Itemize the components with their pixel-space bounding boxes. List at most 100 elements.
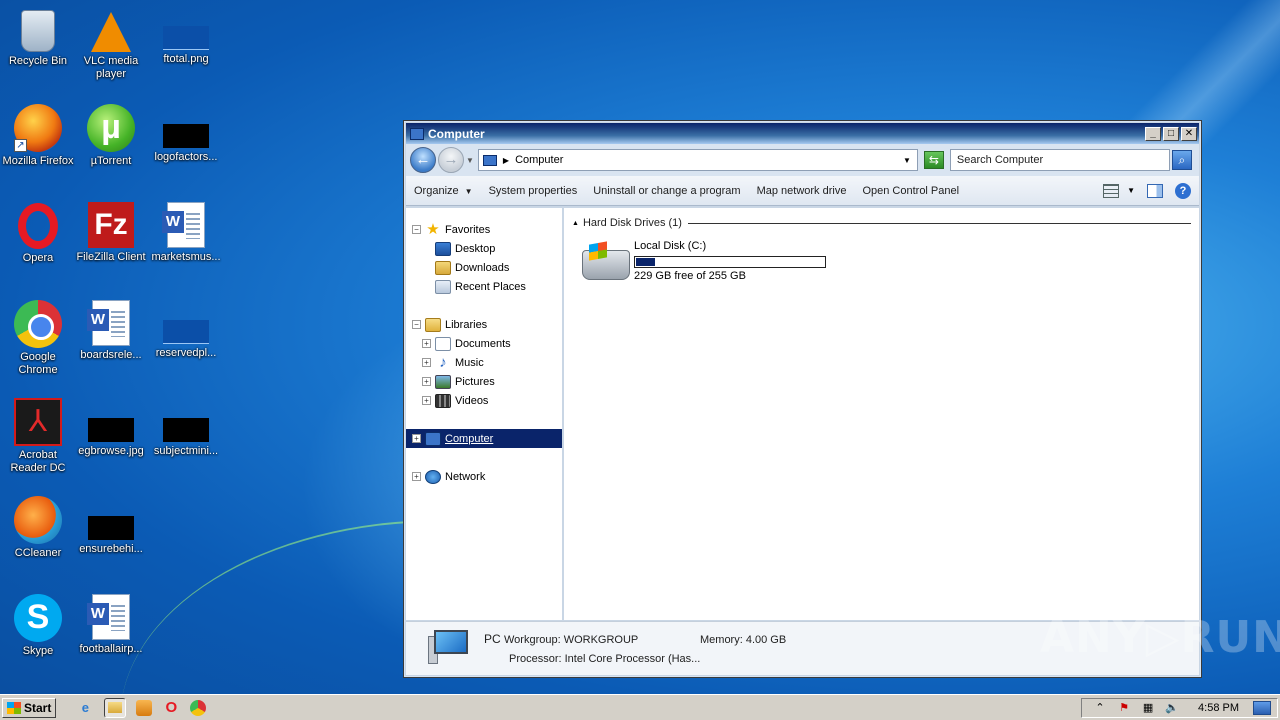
desktop-icon-acrobat[interactable]: ⅄ Acrobat Reader DC xyxy=(0,398,76,475)
wallpaper-swoosh xyxy=(120,520,440,720)
desktop-icon-label: ensurebehi... xyxy=(79,543,143,555)
window-titlebar[interactable]: Computer _ □ ✕ xyxy=(406,123,1199,144)
desktop-icon-ensurebehi[interactable]: ensurebehi... xyxy=(73,496,149,556)
help-icon[interactable]: ? xyxy=(1175,182,1191,199)
internet-explorer-icon[interactable]: e xyxy=(74,698,96,718)
desktop-icon-firefox[interactable]: ↗ Mozilla Firefox xyxy=(0,104,76,168)
nav-item-recent-places[interactable]: Recent Places xyxy=(406,277,562,296)
breadcrumb-computer[interactable]: Computer xyxy=(515,154,903,166)
desktop-icon-label: subjectmini... xyxy=(153,445,219,457)
forward-button[interactable]: → xyxy=(438,147,464,173)
desktop-icon-label: Acrobat Reader DC xyxy=(10,449,66,474)
chrome-taskbar-icon[interactable] xyxy=(190,699,207,716)
clock[interactable]: 4:58 PM xyxy=(1198,702,1239,714)
nav-item-libraries[interactable]: − Libraries xyxy=(406,315,562,334)
breadcrumb-arrow-icon[interactable]: ▶ xyxy=(503,156,509,165)
start-button[interactable]: Start xyxy=(2,697,57,718)
minimize-button[interactable]: _ xyxy=(1145,126,1161,141)
desktop-icon-boardsrele[interactable]: W boardsrele... xyxy=(73,300,149,362)
map-network-drive-button[interactable]: Map network drive xyxy=(757,185,847,197)
nav-item-favorites[interactable]: − ★ Favorites xyxy=(406,220,562,239)
nav-label: Desktop xyxy=(455,242,496,255)
nav-label: Downloads xyxy=(455,261,510,274)
collapse-icon[interactable]: − xyxy=(412,225,421,234)
expand-icon[interactable]: + xyxy=(422,396,431,405)
media-player-icon[interactable] xyxy=(136,699,153,716)
desktop-icon-footballairp[interactable]: W footballairp... xyxy=(73,594,149,656)
nav-item-music[interactable]: + ♪ Music xyxy=(406,353,562,372)
group-header-hard-disk-drives[interactable]: ▲ Hard Disk Drives (1) xyxy=(572,217,1191,229)
drive-usage-bar xyxy=(634,256,826,268)
computer-icon xyxy=(482,154,497,166)
desktop-icon-egbrowse[interactable]: egbrowse.jpg xyxy=(73,398,149,458)
desktop-icon-label: Skype xyxy=(22,645,54,657)
nav-item-downloads[interactable]: Downloads xyxy=(406,258,562,277)
recent-pages-dropdown[interactable]: ▼ xyxy=(466,156,474,165)
maximize-button[interactable]: □ xyxy=(1163,126,1179,141)
recent-places-icon xyxy=(435,279,451,294)
refresh-button[interactable]: ⇆ xyxy=(923,151,944,169)
organize-button[interactable]: Organize ▼ xyxy=(414,185,473,197)
volume-icon[interactable]: 🔈 xyxy=(1165,701,1179,715)
desktop-icon-label: VLC media player xyxy=(83,55,139,80)
desktop-icon-label: Opera xyxy=(22,252,54,264)
show-desktop-button[interactable] xyxy=(1253,700,1271,715)
desktop-icon-utorrent[interactable]: µ µTorrent xyxy=(73,104,149,168)
collapse-triangle-icon[interactable]: ▲ xyxy=(572,220,579,227)
opera-icon xyxy=(18,203,58,249)
expand-icon[interactable]: + xyxy=(412,434,421,443)
close-button[interactable]: ✕ xyxy=(1181,126,1197,141)
nav-label: Videos xyxy=(455,394,489,407)
nav-item-desktop[interactable]: Desktop xyxy=(406,239,562,258)
documents-icon xyxy=(435,336,451,351)
desktop-icon-label: footballairp... xyxy=(79,643,143,655)
change-view-icon[interactable] xyxy=(1103,183,1120,198)
nav-item-computer[interactable]: + Computer xyxy=(406,429,562,448)
command-bar: Organize ▼ System properties Uninstall or… xyxy=(406,176,1199,206)
desktop-icon-ccleaner[interactable]: CCleaner xyxy=(0,496,76,560)
address-dropdown-icon[interactable]: ▼ xyxy=(903,156,911,165)
desktop-icon-opera[interactable]: Opera xyxy=(0,202,76,265)
windows-explorer-taskbar-button[interactable] xyxy=(104,697,127,718)
search-icon[interactable]: ⌕ xyxy=(1171,150,1192,170)
image-file-icon xyxy=(88,418,134,442)
preview-pane-icon[interactable] xyxy=(1147,183,1163,198)
nav-item-videos[interactable]: + Videos xyxy=(406,391,562,410)
taskbar: Start e O ⌃ ⚑ ▦ 🔈 4:58 PM xyxy=(0,694,1280,720)
start-label: Start xyxy=(24,700,52,715)
workgroup-info: Workgroup: WORKGROUP xyxy=(504,634,639,646)
drive-info: Local Disk (C:) 229 GB free of 255 GB xyxy=(634,240,826,282)
nav-item-documents[interactable]: + Documents xyxy=(406,334,562,353)
search-input[interactable]: Search Computer xyxy=(949,149,1170,171)
address-field[interactable]: ▶ Computer ▼ xyxy=(477,149,918,171)
expand-icon[interactable]: + xyxy=(422,339,431,348)
desktop-icon-chrome[interactable]: Google Chrome xyxy=(0,300,76,377)
back-button[interactable]: ← xyxy=(410,147,436,173)
expand-icon[interactable]: + xyxy=(422,358,431,367)
desktop-icon-ftotal[interactable]: ftotal.png xyxy=(148,6,224,66)
desktop-icon-subjectmini[interactable]: subjectmini... xyxy=(148,398,224,458)
memory-info: Memory: 4.00 GB xyxy=(700,634,787,646)
uninstall-program-button[interactable]: Uninstall or change a program xyxy=(593,185,740,197)
expand-icon[interactable]: + xyxy=(412,472,421,481)
desktop-icon-filezilla[interactable]: Fz FileZilla Client xyxy=(73,202,149,264)
desktop-icon-reservedpl[interactable]: reservedpl... xyxy=(148,300,224,360)
desktop-icon-vlc[interactable]: VLC media player xyxy=(73,6,149,81)
drive-local-disk-c[interactable]: Local Disk (C:) 229 GB free of 255 GB xyxy=(582,240,826,282)
nav-item-pictures[interactable]: + Pictures xyxy=(406,372,562,391)
show-hidden-icons-icon[interactable]: ⌃ xyxy=(1093,701,1107,715)
view-options-chevron-icon[interactable]: ▼ xyxy=(1127,186,1135,195)
opera-taskbar-icon[interactable]: O xyxy=(160,698,182,718)
drive-usage-fill xyxy=(636,258,656,266)
desktop-icon-logofactors[interactable]: logofactors... xyxy=(148,104,224,164)
collapse-icon[interactable]: − xyxy=(412,320,421,329)
open-control-panel-button[interactable]: Open Control Panel xyxy=(862,185,959,197)
desktop-icon-recycle-bin[interactable]: Recycle Bin xyxy=(0,6,76,68)
action-center-flag-icon[interactable]: ⚑ xyxy=(1117,701,1131,715)
desktop-icon-marketsmus[interactable]: W marketsmus... xyxy=(148,202,224,264)
expand-icon[interactable]: + xyxy=(422,377,431,386)
nav-item-network[interactable]: + Network xyxy=(406,467,562,486)
desktop-icon-skype[interactable]: S Skype xyxy=(0,594,76,658)
system-properties-button[interactable]: System properties xyxy=(489,185,578,197)
network-tray-icon[interactable]: ▦ xyxy=(1141,701,1155,715)
